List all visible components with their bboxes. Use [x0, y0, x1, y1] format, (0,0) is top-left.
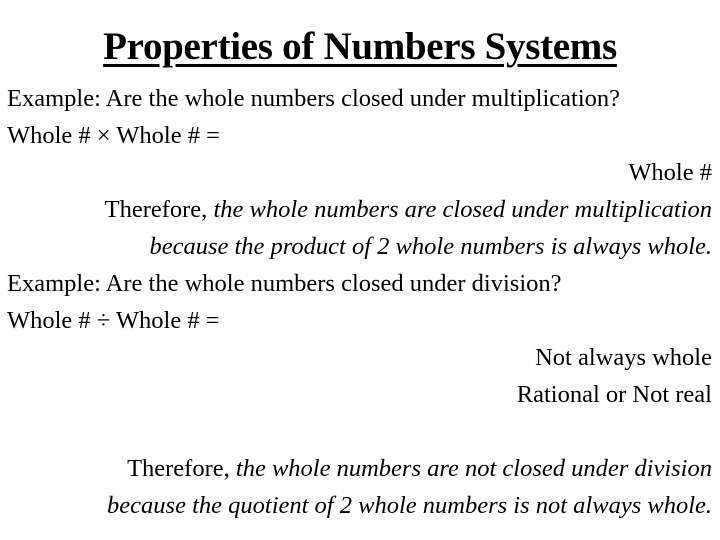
slide-title-text: Properties of Numbers Systems	[103, 25, 617, 68]
conclusion-prefix: Therefore,	[104, 196, 214, 223]
multiplication-expression: Whole # × Whole # =	[7, 122, 220, 149]
multiplication-conclusion-line-2: because the product of 2 whole numbers i…	[149, 233, 712, 260]
division-result-1: Not always whole	[535, 344, 712, 371]
division-question: Example: Are the whole numbers closed un…	[7, 270, 562, 297]
conclusion-italic: the whole numbers are closed under multi…	[213, 196, 712, 223]
conclusion-italic: the whole numbers are not closed under d…	[235, 455, 712, 482]
division-expression: Whole # ÷ Whole # =	[7, 307, 220, 334]
multiplication-question: Example: Are the whole numbers closed un…	[7, 85, 621, 112]
division-conclusion-line-1: Therefore, the whole numbers are not clo…	[127, 454, 712, 484]
division-result-2: Rational or Not real	[516, 381, 712, 408]
division-conclusion-line-2: because the quotient of 2 whole numbers …	[107, 492, 712, 519]
multiplication-conclusion-line-1: Therefore, the whole numbers are closed …	[105, 195, 712, 225]
slide-title: Properties of Numbers Systems	[0, 22, 720, 72]
conclusion-prefix: Therefore,	[127, 455, 236, 482]
multiplication-result: Whole #	[628, 159, 712, 186]
